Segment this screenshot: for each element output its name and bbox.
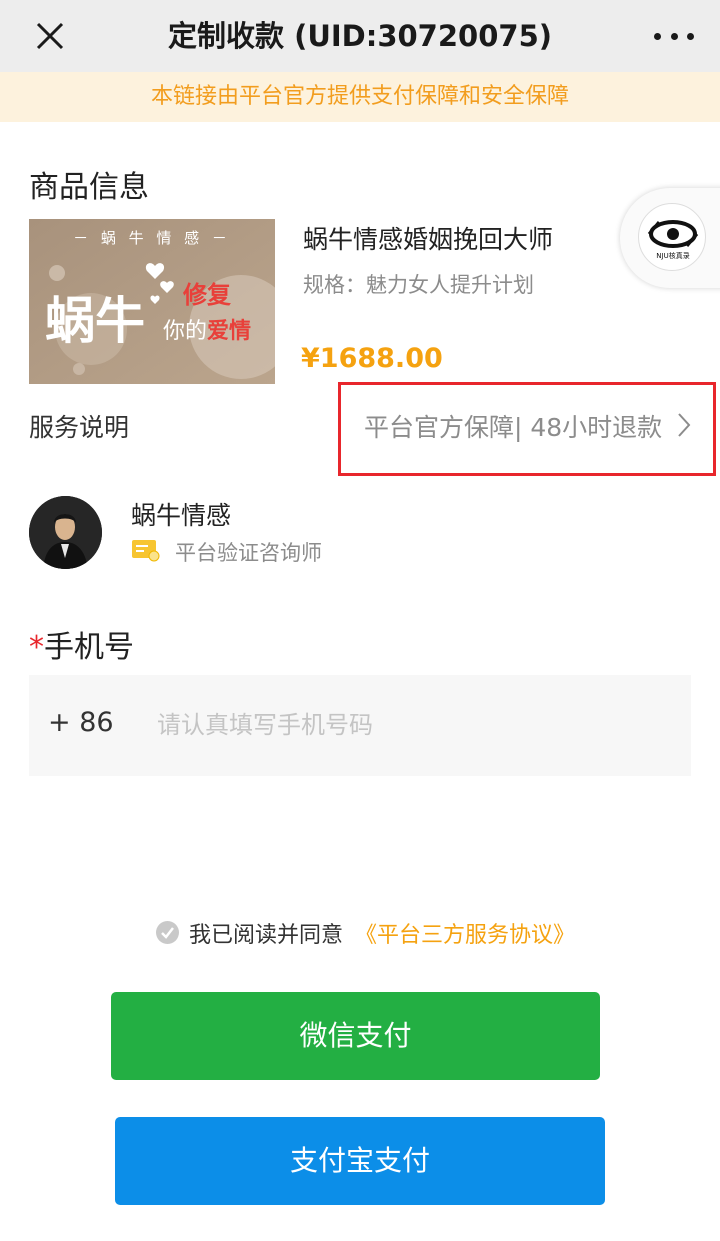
dot	[670, 32, 678, 40]
product-image[interactable]: － 蜗 牛 情 感 － 蜗牛 修复 你的爱情	[29, 219, 275, 384]
chevron-right-icon[interactable]	[676, 411, 692, 439]
more-dots-icon[interactable]	[654, 22, 694, 50]
phone-field: + 86	[29, 675, 691, 776]
wechat-pay-button[interactable]: 微信支付	[111, 992, 600, 1080]
agreement-checkbox[interactable]	[156, 921, 179, 944]
image-line2-a: 你的	[163, 319, 208, 344]
counselor-name: 蜗牛情感	[131, 501, 232, 530]
security-notice-bar: 本链接由平台官方提供支付保障和安全保障	[0, 72, 720, 122]
service-label: 服务说明	[29, 413, 130, 442]
phone-label: *手机号	[29, 622, 134, 666]
dot	[654, 32, 661, 40]
image-line1: 修复	[183, 281, 231, 309]
image-top-text: － 蜗 牛 情 感 －	[73, 229, 231, 247]
agreement-link[interactable]: 《平台三方服务协议》	[355, 917, 575, 949]
counselor-avatar[interactable]	[29, 496, 102, 569]
floating-badge[interactable]: NJU核真录	[620, 188, 720, 288]
image-big-text: 蜗牛	[45, 292, 145, 350]
page-title: 定制收款 (UID:30720075)	[167, 19, 553, 53]
nju-logo: NJU核真录	[638, 203, 706, 271]
product-spec: 规格：魅力女人提升计划	[303, 273, 534, 297]
image-line2-b: 爱情	[207, 319, 252, 344]
phone-input[interactable]	[157, 693, 677, 757]
phone-label-text: 手机号	[44, 630, 134, 665]
verify-text: 平台验证咨询师	[175, 541, 322, 565]
product-section-title: 商品信息	[29, 170, 149, 205]
product-price: ¥1688.00	[301, 343, 443, 374]
payment-page: 定制收款 (UID:30720075) 本链接由平台官方提供支付保障和安全保障 …	[0, 0, 720, 1241]
alipay-button[interactable]: 支付宝支付	[115, 1117, 605, 1205]
service-value[interactable]: 平台官方保障| 48小时退款	[364, 408, 662, 444]
product-name: 蜗牛情感婚姻挽回大师	[303, 225, 554, 254]
top-navbar: 定制收款 (UID:30720075)	[0, 0, 720, 72]
dot	[687, 32, 694, 40]
required-mark: *	[29, 630, 44, 665]
image-line2: 你的爱情	[163, 313, 251, 345]
country-code[interactable]: + 86	[48, 707, 114, 738]
certificate-icon	[131, 538, 161, 564]
logo-text: NJU核真录	[656, 252, 690, 260]
agreement-text: 我已阅读并同意	[189, 923, 344, 948]
